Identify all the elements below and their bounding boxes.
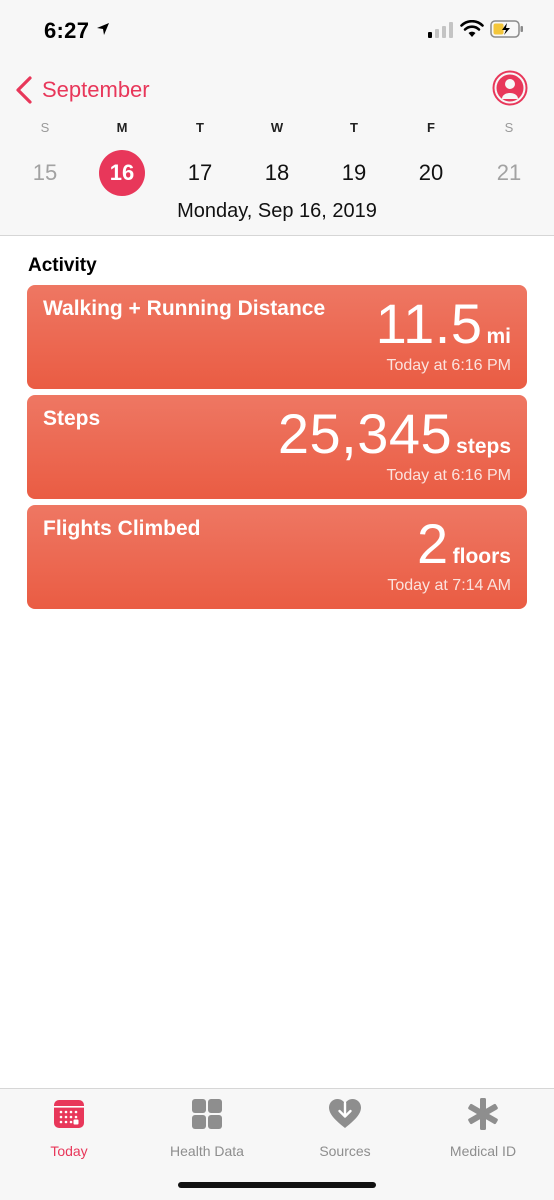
card-value: 11.5	[375, 292, 483, 355]
status-time: 6:27	[44, 18, 90, 43]
tab-health-data[interactable]: Health Data	[138, 1097, 276, 1159]
activity-card-steps[interactable]: Steps 25,345 steps Today at 6:16 PM	[27, 395, 527, 499]
card-value-group: 11.5 mi	[376, 291, 511, 356]
activity-card-flights[interactable]: Flights Climbed 2 floors Today at 7:14 AM	[27, 505, 527, 609]
tab-today[interactable]: Today	[0, 1097, 138, 1159]
heart-download-icon	[329, 1099, 361, 1128]
day-column: M 16	[92, 118, 152, 196]
day-number[interactable]: 17	[177, 150, 223, 196]
day-number[interactable]: 20	[408, 150, 454, 196]
status-bar: 6:27	[0, 0, 554, 60]
day-number[interactable]: 15	[22, 150, 68, 196]
weekday-letter: T	[350, 120, 358, 135]
tab-label: Health Data	[170, 1143, 244, 1159]
card-unit: floors	[452, 545, 511, 568]
day-number[interactable]: 21	[486, 150, 532, 196]
card-value: 2	[417, 512, 449, 575]
back-button-label: September	[42, 77, 150, 102]
day-number-selected[interactable]: 16	[99, 150, 145, 196]
card-value: 25,345	[277, 402, 453, 465]
calendar-header: September S 15 M 16 T 17 W 18 T 19 F 20	[0, 60, 554, 236]
profile-icon[interactable]	[492, 70, 528, 106]
cellular-signal-icon	[428, 22, 453, 38]
day-column: T 19	[324, 118, 384, 196]
day-column: S 15	[15, 118, 75, 196]
weekday-letter: T	[196, 120, 204, 135]
section-title-activity: Activity	[28, 255, 97, 276]
battery-charging-icon	[490, 20, 523, 38]
card-unit: mi	[486, 325, 511, 348]
tab-label: Today	[50, 1143, 88, 1159]
selected-date-label: Monday, Sep 16, 2019	[177, 200, 377, 222]
card-title: Walking + Running Distance	[43, 297, 326, 320]
weekday-letter: S	[504, 120, 514, 135]
tab-medical-id[interactable]: Medical ID	[414, 1097, 552, 1159]
grid-icon	[192, 1099, 222, 1129]
day-column: S 21	[479, 118, 539, 196]
asterisk-icon	[468, 1098, 498, 1130]
back-button[interactable]: September	[14, 74, 150, 106]
day-column: T 17	[170, 118, 230, 196]
day-column: W 18	[247, 118, 307, 196]
wifi-icon	[460, 20, 484, 37]
weekday-letter: S	[40, 120, 50, 135]
card-unit: steps	[456, 435, 511, 458]
location-arrow-icon	[97, 23, 109, 35]
calendar-icon	[54, 1100, 84, 1128]
card-value-group: 2 floors	[417, 511, 511, 576]
weekday-letter: W	[270, 120, 284, 135]
card-value-group: 25,345 steps	[278, 401, 511, 466]
day-column: F 20	[401, 118, 461, 196]
chevron-left-icon	[16, 76, 32, 104]
day-number[interactable]: 18	[254, 150, 300, 196]
activity-card-distance[interactable]: Walking + Running Distance 11.5 mi Today …	[27, 285, 527, 389]
card-timestamp: Today at 7:14 AM	[387, 577, 511, 594]
day-number[interactable]: 19	[331, 150, 377, 196]
weekday-letter: M	[116, 120, 128, 135]
card-title: Flights Climbed	[43, 517, 201, 540]
card-title: Steps	[43, 407, 101, 430]
tab-label: Medical ID	[449, 1143, 517, 1159]
card-timestamp: Today at 6:16 PM	[386, 357, 511, 374]
home-indicator[interactable]	[178, 1182, 376, 1188]
weekday-letter: F	[427, 120, 435, 135]
tab-sources[interactable]: Sources	[276, 1097, 414, 1159]
card-timestamp: Today at 6:16 PM	[386, 467, 511, 484]
tab-label: Sources	[319, 1143, 371, 1159]
